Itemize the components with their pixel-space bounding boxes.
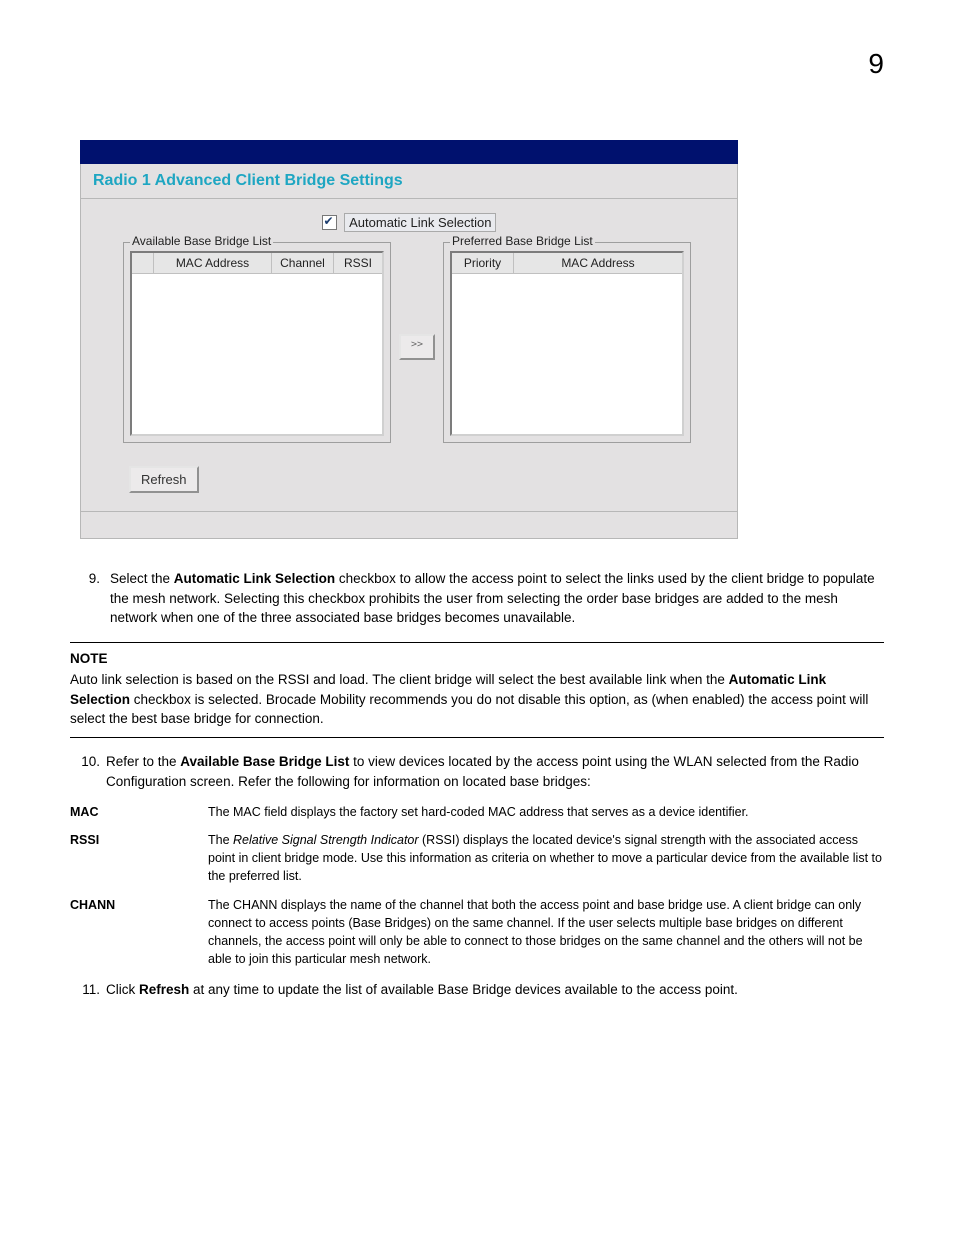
step-11: 11. Click Refresh at any time to update …	[70, 980, 884, 1000]
refresh-button[interactable]: Refresh	[129, 466, 199, 493]
col-channel: Channel	[272, 253, 334, 273]
step-9: 9. Select the Automatic Link Selection c…	[70, 569, 884, 628]
preferred-group: Preferred Base Bridge List Priority MAC …	[443, 242, 691, 443]
def-chann: CHANN The CHANN displays the name of the…	[70, 896, 884, 969]
available-legend: Available Base Bridge List	[130, 234, 273, 248]
step-9-text: Select the Automatic Link Selection chec…	[110, 569, 884, 628]
auto-link-label: Automatic Link Selection	[344, 213, 496, 232]
def-rssi: RSSI The Relative Signal Strength Indica…	[70, 831, 884, 885]
panel-title: Radio 1 Advanced Client Bridge Settings	[80, 164, 738, 199]
available-header: MAC Address Channel RSSI	[132, 253, 382, 274]
definition-list: MAC The MAC field displays the factory s…	[70, 803, 884, 968]
step-10-text: Refer to the Available Base Bridge List …	[106, 752, 884, 791]
def-chann-desc: The CHANN displays the name of the chann…	[208, 896, 884, 969]
auto-link-row: ✔ Automatic Link Selection	[89, 213, 729, 232]
settings-panel: Radio 1 Advanced Client Bridge Settings …	[80, 140, 738, 539]
col-priority: Priority	[452, 253, 514, 273]
page-number: 9	[70, 48, 884, 80]
move-right-button[interactable]: >>	[399, 334, 435, 360]
note-body: Auto link selection is based on the RSSI…	[70, 670, 884, 729]
available-list[interactable]: MAC Address Channel RSSI	[130, 251, 384, 436]
rule-top	[70, 642, 884, 643]
note-heading: NOTE	[70, 649, 884, 669]
panel-topbar	[80, 140, 738, 164]
step-9-num: 9.	[70, 569, 110, 628]
step-10: 10. Refer to the Available Base Bridge L…	[70, 752, 884, 791]
def-mac-desc: The MAC field displays the factory set h…	[208, 803, 884, 821]
def-rssi-term: RSSI	[70, 831, 208, 885]
def-chann-term: CHANN	[70, 896, 208, 969]
preferred-header: Priority MAC Address	[452, 253, 682, 274]
preferred-list[interactable]: Priority MAC Address	[450, 251, 684, 436]
col-mac: MAC Address	[154, 253, 272, 273]
preferred-legend: Preferred Base Bridge List	[450, 234, 595, 248]
panel-footer	[80, 512, 738, 539]
def-mac: MAC The MAC field displays the factory s…	[70, 803, 884, 821]
col-rssi: RSSI	[334, 253, 382, 273]
auto-link-checkbox[interactable]: ✔	[322, 215, 337, 230]
panel-body: ✔ Automatic Link Selection Available Bas…	[80, 199, 738, 512]
step-11-num: 11.	[70, 980, 106, 1000]
checkmark-icon: ✔	[324, 214, 334, 228]
rule-bottom	[70, 737, 884, 738]
available-group: Available Base Bridge List MAC Address C…	[123, 242, 391, 443]
def-rssi-desc: The Relative Signal Strength Indicator (…	[208, 831, 884, 885]
step-11-text: Click Refresh at any time to update the …	[106, 980, 884, 1000]
step-10-num: 10.	[70, 752, 106, 791]
col-mac2: MAC Address	[514, 253, 682, 273]
col-check	[132, 253, 154, 273]
def-mac-term: MAC	[70, 803, 208, 821]
